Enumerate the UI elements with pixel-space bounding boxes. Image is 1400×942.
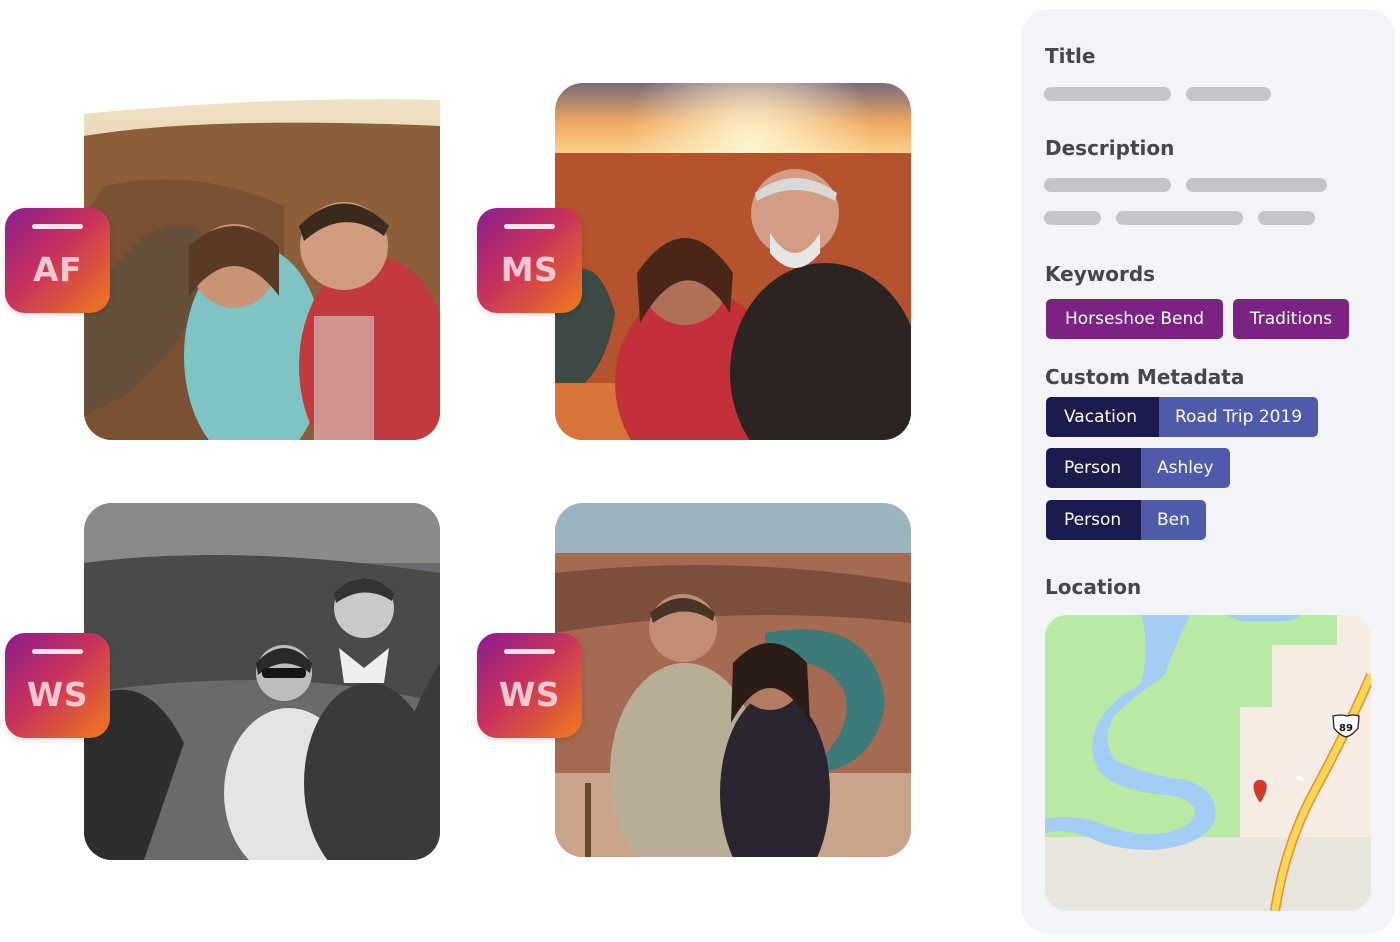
photo-card[interactable] (555, 503, 911, 857)
description-placeholder-line (1044, 178, 1171, 192)
map-canvas: 89 (1045, 615, 1371, 911)
title-placeholder-line (1044, 87, 1171, 101)
badge-bar (32, 224, 83, 229)
metadata-key: Person (1046, 448, 1141, 488)
metadata-value: Road Trip 2019 (1159, 397, 1319, 437)
badge-initials: AF (32, 250, 83, 289)
description-label: Description (1045, 136, 1175, 160)
description-placeholder-line (1044, 211, 1101, 225)
vintage-bw-photo-couple (84, 503, 440, 860)
badge-bar (504, 649, 555, 654)
metadata-pair[interactable]: Person Ashley (1046, 448, 1230, 488)
description-placeholder-line (1116, 211, 1243, 225)
user-badge[interactable]: MS (477, 208, 582, 313)
badge-initials: MS (500, 250, 559, 289)
description-placeholder-line (1258, 211, 1315, 225)
custom-metadata-label: Custom Metadata (1045, 365, 1245, 389)
keywords-label: Keywords (1045, 262, 1156, 286)
photo-card[interactable] (84, 503, 440, 860)
canyon-photo-older-couple (555, 83, 911, 440)
metadata-value: Ashley (1141, 448, 1230, 488)
highway-number: 89 (1339, 723, 1353, 734)
badge-bar (32, 649, 83, 654)
title-placeholder-line (1186, 87, 1271, 101)
metadata-value: Ben (1141, 500, 1206, 540)
keyword-chip[interactable]: Traditions (1233, 299, 1349, 339)
keyword-chip[interactable]: Horseshoe Bend (1046, 299, 1223, 339)
description-placeholder-line (1186, 178, 1327, 192)
badge-bar (504, 224, 555, 229)
metadata-pair[interactable]: Vacation Road Trip 2019 (1046, 397, 1319, 437)
metadata-panel: Title Description Keywords Horseshoe Ben… (1021, 9, 1395, 934)
user-badge[interactable]: AF (5, 208, 110, 313)
stage: AF MS WS WS Title Description Keywords H… (0, 0, 1400, 942)
metadata-pair[interactable]: Person Ben (1046, 500, 1206, 540)
location-map[interactable]: 89 (1045, 615, 1371, 911)
metadata-key: Vacation (1046, 397, 1159, 437)
user-badge[interactable]: WS (5, 633, 110, 738)
metadata-key: Person (1046, 500, 1141, 540)
horseshoe-bend-photo-couple (555, 503, 911, 857)
title-label: Title (1045, 44, 1096, 68)
photo-card[interactable] (555, 83, 911, 440)
location-label: Location (1045, 575, 1142, 599)
user-badge[interactable]: WS (477, 633, 582, 738)
photo-card[interactable] (84, 96, 440, 440)
badge-initials: WS (26, 675, 89, 714)
canyon-photo-couple-selfie (84, 99, 440, 440)
badge-initials: WS (498, 675, 561, 714)
